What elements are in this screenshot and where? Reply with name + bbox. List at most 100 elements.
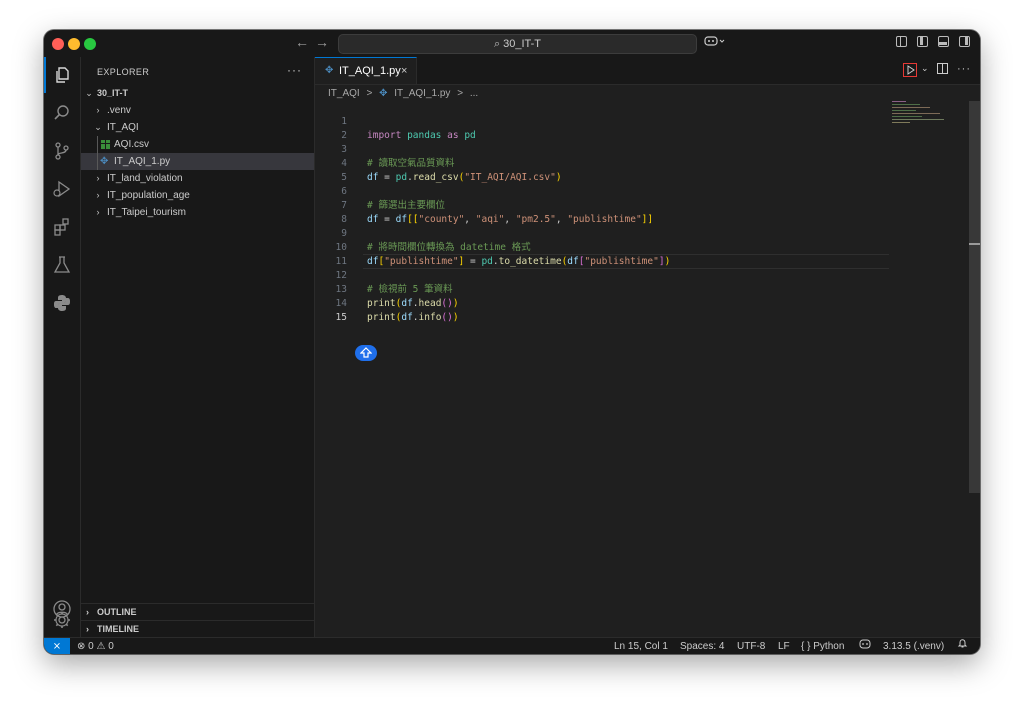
code-line: 9 # 將時間欄位轉換為 datetime 格式 — [315, 213, 970, 253]
indentation-setting[interactable]: Spaces: 4 — [680, 638, 724, 654]
extensions-icon[interactable] — [44, 209, 80, 245]
breadcrumb-separator: > — [366, 88, 373, 99]
timeline-section[interactable]: › TIMELINE — [81, 620, 314, 638]
outline-section[interactable]: › OUTLINE — [81, 603, 314, 621]
chevron-right-icon: › — [96, 190, 100, 200]
eol-setting[interactable]: LF — [778, 638, 790, 654]
problems-indicator[interactable]: ⊗ 0 ⚠ 0 — [77, 638, 114, 654]
breadcrumb: IT_AQI > ✥ IT_AQI_1.py > ... — [328, 86, 482, 102]
run-python-file-button[interactable] — [903, 63, 917, 77]
code-line: 8 — [315, 199, 970, 225]
layout-controls — [896, 36, 970, 47]
indent-guide — [97, 136, 98, 170]
tree-item-it-population-age[interactable]: › IT_population_age — [81, 187, 314, 204]
tree-item-venv[interactable]: › .venv — [81, 102, 314, 119]
tree-item-label: .venv — [107, 105, 131, 116]
run-debug-icon[interactable] — [44, 171, 80, 207]
workspace-root-label: 30_IT-T — [97, 88, 129, 98]
more-actions-icon[interactable]: ··· — [957, 63, 971, 75]
tab-bar: ✥ IT_AQI_1.py × ⌄ ··· — [315, 57, 980, 85]
close-icon[interactable]: × — [401, 58, 407, 84]
code-line: 7 df = df[["county", "aqi", "pm2.5", "pu… — [315, 185, 970, 225]
chevron-down-icon[interactable]: ⌄ — [921, 63, 929, 74]
timeline-label: TIMELINE — [97, 624, 139, 634]
source-control-icon[interactable] — [44, 133, 80, 169]
python-icon[interactable] — [44, 285, 80, 321]
explorer-sidebar: EXPLORER ··· ⌄ 30_IT-T › .venv ⌄ IT_AQI … — [81, 57, 315, 637]
copilot-icon[interactable] — [704, 35, 726, 50]
chevron-right-icon: › — [86, 607, 89, 617]
tree-item-label: IT_Taipei_tourism — [107, 207, 186, 218]
toggle-secondary-sidebar-icon[interactable] — [959, 36, 970, 47]
more-actions-icon[interactable]: ··· — [287, 63, 302, 77]
vscode-window: ← → ⌕ 30_IT-T EXPLORER ··· ⌄ 30_IT-T › .… — [44, 30, 980, 654]
tree-item-label: IT_AQI — [107, 122, 139, 133]
bell-icon[interactable] — [957, 638, 968, 654]
language-mode[interactable]: { } Python — [801, 638, 844, 654]
tree-item-label: IT_land_violation — [107, 173, 183, 184]
tree-item-it-taipei-tourism[interactable]: › IT_Taipei_tourism — [81, 204, 314, 221]
chevron-down-icon: ⌄ — [94, 122, 102, 132]
vertical-scrollbar[interactable] — [969, 101, 980, 493]
title-bar: ← → ⌕ 30_IT-T — [44, 30, 980, 58]
explorer-title: EXPLORER — [97, 67, 150, 77]
scrollbar-cursor-marker — [969, 243, 980, 245]
search-icon[interactable] — [44, 95, 80, 131]
csv-file-icon — [101, 140, 110, 149]
maximize-window-button[interactable] — [84, 38, 96, 50]
tab-it-aqi-1-py[interactable]: ✥ IT_AQI_1.py × — [315, 57, 417, 84]
chevron-right-icon: › — [96, 173, 100, 183]
code-line: 5 — [315, 157, 970, 183]
testing-icon[interactable] — [44, 247, 80, 283]
tree-item-it-aqi-1-py[interactable]: ✥ IT_AQI_1.py — [81, 153, 314, 170]
customize-layout-icon[interactable] — [896, 36, 907, 47]
cursor-position[interactable]: Ln 15, Col 1 — [614, 638, 668, 654]
error-count: 0 — [88, 641, 94, 652]
code-line: 15 — [315, 297, 970, 323]
code-line: 14 print(df.info()) — [315, 283, 970, 323]
chevron-right-icon: › — [96, 207, 100, 217]
tab-label: IT_AQI_1.py — [339, 65, 401, 77]
python-interpreter[interactable]: 3.13.5 (.venv) — [883, 638, 944, 654]
breadcrumb-symbol[interactable]: ... — [470, 88, 478, 99]
explorer-icon[interactable] — [44, 57, 80, 93]
arrow-left-icon[interactable]: ← — [294, 34, 310, 50]
code-line: 11 — [315, 241, 970, 267]
python-file-icon: ✥ — [325, 65, 334, 76]
status-bar: ⨯ ⊗ 0 ⚠ 0 Ln 15, Col 1 Spaces: 4 UTF-8 L… — [44, 637, 980, 654]
command-center-search[interactable]: ⌕ 30_IT-T — [338, 34, 697, 54]
command-center-label: 30_IT-T — [503, 38, 542, 50]
close-window-button[interactable] — [52, 38, 64, 50]
copilot-inline-button[interactable] — [355, 345, 377, 361]
encoding-setting[interactable]: UTF-8 — [737, 638, 765, 654]
activity-bar — [44, 57, 81, 637]
code-line: 12 # 檢視前 5 筆資料 — [315, 255, 970, 295]
copilot-icon[interactable] — [859, 638, 871, 654]
chevron-down-icon: ⌄ — [85, 88, 93, 98]
editor-area: ✥ IT_AQI_1.py × ⌄ ··· IT_AQI > ✥ IT_AQI_… — [315, 57, 980, 637]
code-line: 10 df["publishtime"] = pd.to_datetime(df… — [315, 227, 970, 267]
toggle-primary-sidebar-icon[interactable] — [917, 36, 928, 47]
outline-label: OUTLINE — [97, 607, 137, 617]
tree-item-aqi-csv[interactable]: AQI.csv — [81, 136, 314, 153]
tree-item-it-land-violation[interactable]: › IT_land_violation — [81, 170, 314, 187]
split-editor-icon[interactable] — [937, 63, 948, 77]
code-line: 3 # 讀取空氣品質資料 — [315, 129, 970, 169]
python-file-icon: ✥ — [379, 88, 388, 99]
breadcrumb-file[interactable]: IT_AQI_1.py — [394, 88, 450, 99]
minimize-window-button[interactable] — [68, 38, 80, 50]
workspace-root[interactable]: ⌄ 30_IT-T — [81, 85, 314, 102]
python-file-icon: ✥ — [100, 156, 109, 167]
tree-item-it-aqi[interactable]: ⌄ IT_AQI — [81, 119, 314, 136]
gear-icon[interactable] — [44, 602, 80, 638]
tree-item-label: IT_AQI_1.py — [114, 156, 171, 167]
arrow-right-icon[interactable]: → — [314, 34, 330, 50]
minimap[interactable] — [892, 101, 947, 131]
tree-item-label: AQI.csv — [114, 139, 150, 150]
toggle-panel-icon[interactable] — [938, 36, 949, 47]
breadcrumb-folder[interactable]: IT_AQI — [328, 88, 360, 99]
line-number: 15 — [335, 312, 347, 323]
tree-item-label: IT_population_age — [107, 190, 190, 201]
remote-icon[interactable]: ⨯ — [44, 638, 70, 654]
language-label: Python — [813, 641, 845, 652]
